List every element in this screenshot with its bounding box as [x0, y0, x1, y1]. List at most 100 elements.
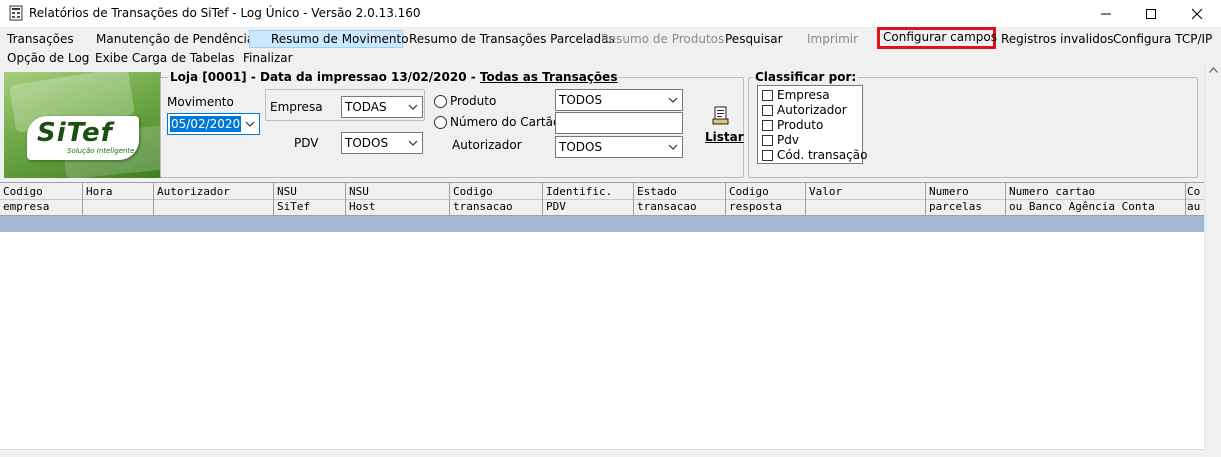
- col-header-line2: resposta: [729, 200, 782, 213]
- grid-header: Codigo empresa Hora Autorizador NSU SiTef …: [0, 183, 1204, 216]
- col-header-line1: Codigo: [729, 185, 769, 198]
- listar-button[interactable]: Listar: [700, 104, 744, 148]
- sort-checkbox-produto[interactable]: [762, 120, 773, 131]
- listar-label: Listar: [705, 130, 744, 144]
- col-header-line2: ou Banco Agência Conta: [1009, 200, 1155, 213]
- minimize-button[interactable]: [1083, 0, 1129, 27]
- sort-checkbox-pdv[interactable]: [762, 135, 773, 146]
- menu-configura-tcpip[interactable]: Configura TCP/IP: [1111, 30, 1214, 48]
- col-header-line2: parcelas: [929, 200, 982, 213]
- menu-resumo-produtos[interactable]: Resumo de Produtos: [599, 30, 726, 48]
- col-header-line2: Host: [349, 200, 376, 213]
- col-header-valor[interactable]: Valor: [806, 183, 926, 216]
- col-header-codigo-empresa[interactable]: Codigo empresa: [0, 183, 83, 216]
- chevron-down-icon: [408, 140, 418, 146]
- col-header-numero-cartao[interactable]: Numero cartao ou Banco Agência Conta: [1006, 183, 1186, 216]
- col-header-line1: Autorizador: [157, 185, 230, 198]
- sort-option-empresa: Empresa: [777, 88, 830, 102]
- menu-resumo-transacoes-parceladas[interactable]: Resumo de Transações Parceladas: [407, 30, 617, 48]
- col-header-estado-transacao[interactable]: Estado transacao: [634, 183, 726, 216]
- col-header-nsu-host[interactable]: NSU Host: [346, 183, 450, 216]
- produto-value: TODOS: [559, 93, 603, 107]
- logo-badge: SiTef Solução Inteligente: [27, 116, 139, 160]
- selected-row[interactable]: [0, 216, 1204, 232]
- sort-checkbox-autorizador[interactable]: [762, 105, 773, 116]
- numero-cartao-label: Número do Cartão: [450, 115, 561, 129]
- col-header-line2: empresa: [3, 200, 50, 213]
- vertical-scrollbar[interactable]: [1204, 61, 1221, 449]
- col-header-line2: au: [1187, 200, 1201, 213]
- menu-imprimir[interactable]: Imprimir: [805, 30, 860, 48]
- autorizador-label: Autorizador: [452, 138, 522, 152]
- chevron-down-icon: [668, 97, 678, 103]
- numero-cartao-radio[interactable]: [434, 116, 447, 129]
- numero-cartao-input[interactable]: [555, 112, 683, 134]
- sort-options-list: Empresa Autorizador Produto Pdv Cód. tra…: [757, 85, 867, 164]
- maximize-button[interactable]: [1128, 0, 1174, 27]
- chevron-down-icon: [668, 144, 678, 150]
- filter-group-title: Loja [0001] - Data da impressao 13/02/20…: [168, 70, 620, 84]
- col-header-line1: Valor: [809, 185, 843, 198]
- col-header-identific-pdv[interactable]: Identific. PDV: [543, 183, 634, 216]
- col-header-autorizador[interactable]: Autorizador: [154, 183, 274, 216]
- empresa-select[interactable]: TODAS: [341, 96, 423, 118]
- col-header-codigo-resposta[interactable]: Codigo resposta: [726, 183, 806, 216]
- col-header-line2: SiTef: [277, 200, 311, 213]
- menu-registros-invalidos[interactable]: Registros invalidos: [999, 30, 1115, 48]
- movimento-value: 05/02/2020: [170, 116, 242, 132]
- sort-option-autorizador: Autorizador: [777, 103, 847, 117]
- sort-checkbox-cod-transacao[interactable]: [762, 150, 773, 161]
- pdv-select[interactable]: TODOS: [341, 132, 423, 154]
- movimento-date-picker[interactable]: 05/02/2020: [167, 113, 260, 135]
- col-header-hora[interactable]: Hora: [83, 183, 154, 216]
- col-header-nsu-sitef[interactable]: NSU SiTef: [274, 183, 346, 216]
- app-icon: [8, 5, 24, 21]
- produto-radio[interactable]: [434, 95, 447, 108]
- sitef-logo: SiTef Solução Inteligente: [4, 72, 161, 178]
- menu-opcao-log[interactable]: Opção de Log: [5, 49, 91, 67]
- col-header-line1: NSU: [277, 185, 297, 198]
- col-header-line2: PDV: [546, 200, 566, 213]
- col-header-partial[interactable]: Co au: [1186, 183, 1204, 216]
- menu-resumo-movimento[interactable]: Resumo de Movimento: [249, 30, 409, 48]
- scroll-up-icon[interactable]: [1209, 67, 1218, 73]
- transactions-grid[interactable]: Codigo empresa Hora Autorizador NSU SiTef …: [0, 182, 1204, 449]
- col-header-line2: transacao: [453, 200, 513, 213]
- menu-transacoes[interactable]: Transações: [5, 30, 76, 48]
- logo-text: SiTef: [37, 118, 113, 148]
- col-header-line1: NSU: [349, 185, 369, 198]
- filter-group-title-prefix: Loja [0001] - Data da impressao 13/02/20…: [170, 70, 480, 84]
- close-button[interactable]: [1174, 0, 1220, 27]
- menu-finalizar[interactable]: Finalizar: [241, 49, 295, 67]
- menu-configurar-campos[interactable]: Configurar campos: [877, 27, 997, 49]
- col-header-numero-parcelas[interactable]: Numero parcelas: [926, 183, 1006, 216]
- col-header-line1: Codigo: [3, 185, 43, 198]
- empresa-label: Empresa: [270, 100, 323, 114]
- sort-option-cod-transacao: Cód. transação: [777, 148, 868, 162]
- menu-exibe-carga-tabelas[interactable]: Exibe Carga de Tabelas: [93, 49, 237, 67]
- menu-manutencao-pendencias[interactable]: Manutenção de Pendências: [94, 30, 262, 48]
- sort-option-pdv: Pdv: [777, 133, 799, 147]
- horizontal-scrollbar[interactable]: [0, 449, 1204, 457]
- pdv-label: PDV: [294, 136, 319, 150]
- produto-select[interactable]: TODOS: [555, 89, 683, 111]
- col-header-line1: Hora: [86, 185, 113, 198]
- sort-checkbox-empresa[interactable]: [762, 90, 773, 101]
- window-title: Relatórios de Transações do SiTef - Log …: [29, 6, 421, 20]
- empresa-value: TODAS: [345, 100, 387, 114]
- autorizador-select[interactable]: TODOS: [555, 136, 683, 158]
- col-header-line1: Estado: [637, 185, 677, 198]
- col-header-line1: Numero: [929, 185, 969, 198]
- col-header-line2: transacao: [637, 200, 697, 213]
- produto-label: Produto: [450, 94, 497, 108]
- title-bar: Relatórios de Transações do SiTef - Log …: [0, 0, 1221, 27]
- filter-group-title-mode: Todas as Transações: [479, 70, 618, 84]
- minimize-icon: [1101, 13, 1111, 15]
- col-header-codigo-transacao[interactable]: Codigo transacao: [450, 183, 543, 216]
- menu-pesquisar[interactable]: Pesquisar: [723, 30, 785, 48]
- col-header-line1: Identific.: [546, 185, 613, 198]
- logo-tagline: Solução Inteligente: [67, 147, 135, 155]
- sort-option-produto: Produto: [777, 118, 824, 132]
- maximize-icon: [1146, 9, 1156, 19]
- report-list-icon: [712, 106, 729, 125]
